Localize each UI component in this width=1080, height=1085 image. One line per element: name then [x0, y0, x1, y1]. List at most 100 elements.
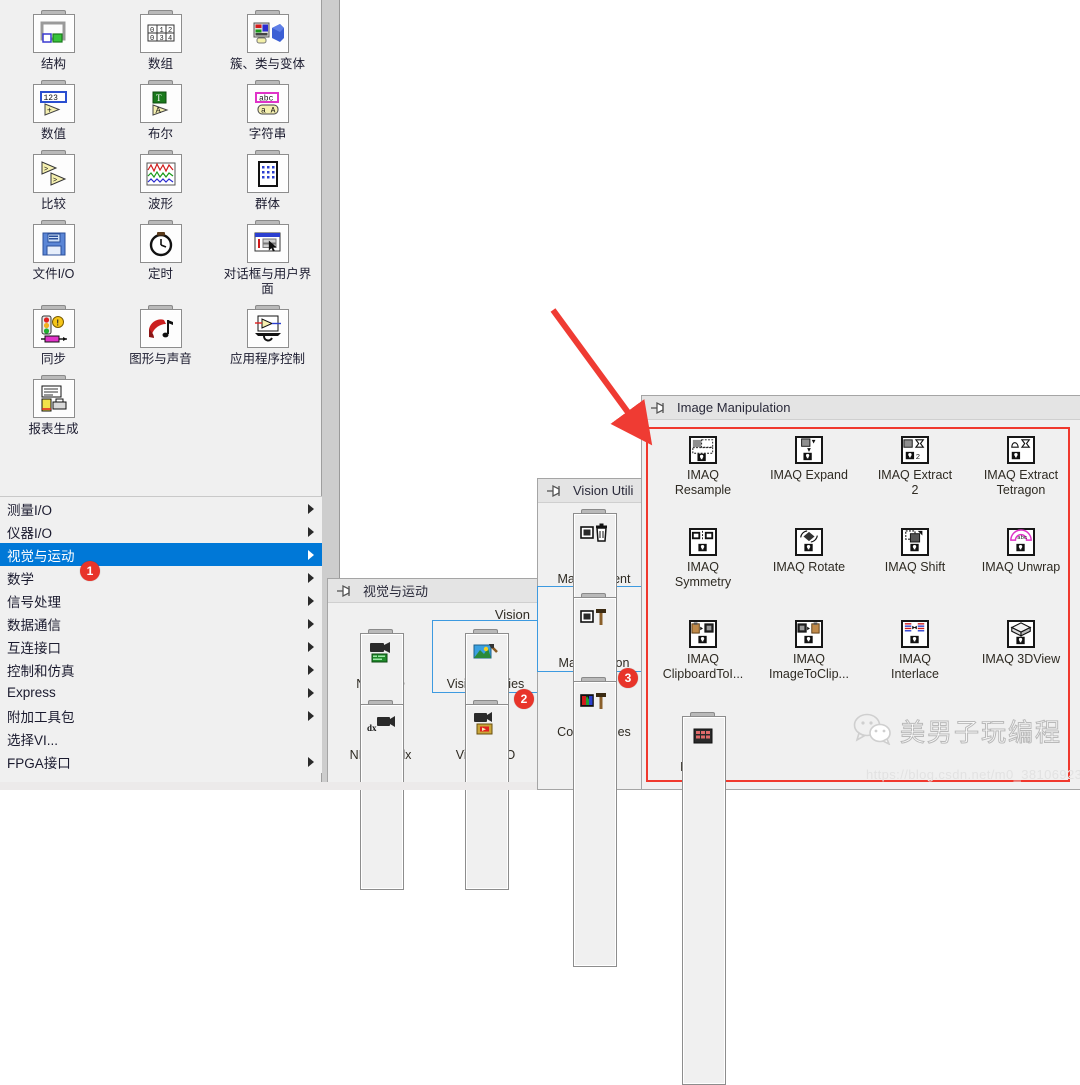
- palette-item-label: 同步: [40, 352, 66, 366]
- palette-item-comparison[interactable]: > > 比较: [0, 144, 107, 214]
- menu-item-addons[interactable]: 附加工具包: [0, 704, 322, 727]
- vision-motion-body: Vision NI-IMAQ: [328, 603, 539, 890]
- vision-utilities-item-image-management[interactable]: Image Management: [538, 503, 650, 799]
- svg-text:123: 123: [43, 94, 58, 103]
- vision-motion-grid: NI-IMAQ Vision Utilities: [328, 603, 539, 890]
- menu-item-fpga-interface[interactable]: FPGA接口: [0, 750, 322, 773]
- file-io-folder-icon: [32, 220, 76, 264]
- synchronization-folder-icon: !: [32, 305, 76, 349]
- menu-item-label: 测量I/O: [7, 502, 53, 518]
- menu-item-instrument-io[interactable]: 仪器I/O: [0, 520, 322, 543]
- browser-folder-icon: [681, 712, 726, 1085]
- svg-text:!: !: [56, 318, 59, 327]
- palette-menu-list: 测量I/O 仪器I/O 视觉与运动 数学 信号处理 数据通信 互连接口 控制和仿…: [0, 497, 322, 773]
- menu-item-data-communication[interactable]: 数据通信: [0, 612, 322, 635]
- palette-item-graphics-sound[interactable]: 图形与声音: [107, 299, 214, 369]
- step-badge-2: 2: [514, 689, 534, 709]
- palette-item-structures[interactable]: 结构: [0, 4, 107, 74]
- vision-motion-palette[interactable]: 视觉与运动 Vision NI-IMAQ: [327, 578, 539, 890]
- palette-item-collection[interactable]: 群体: [214, 144, 321, 214]
- menu-item-label: FPGA接口: [7, 755, 71, 771]
- palette-item-cluster-class-variant[interactable]: 簇、类与变体: [214, 4, 321, 74]
- waveform-folder-icon: [139, 150, 183, 194]
- palette-item-dialog-user-interface[interactable]: 对话框与用户界面: [214, 214, 321, 299]
- menu-item-vision-and-motion[interactable]: 视觉与运动: [0, 543, 322, 566]
- svg-text:0: 0: [150, 27, 154, 35]
- menu-item-label: 选择VI...: [7, 732, 59, 748]
- submenu-arrow-icon: [308, 664, 314, 675]
- vision-item-vision-utilities[interactable]: Vision Utilities: [432, 620, 539, 819]
- palette-item-waveform[interactable]: 波形: [107, 144, 214, 214]
- cluster-class-variant-folder-icon: [246, 10, 290, 54]
- svg-text:abc: abc: [1017, 534, 1027, 541]
- functions-palette-icon-grid: 结构 012 034 数组 簇、类与变体 123 + 数值 T A 布尔 abc…: [0, 0, 322, 439]
- menu-item-select-vi[interactable]: 选择VI...: [0, 727, 322, 750]
- vision-utilities-titlebar: Vision Utili: [538, 479, 650, 503]
- menu-item-signal-processing[interactable]: 信号处理: [0, 589, 322, 612]
- menu-item-label: 视觉与运动: [7, 548, 75, 564]
- vision-utilities-grid: Image Management Image Manipulation: [537, 503, 651, 967]
- imaq-resample-icon: [689, 436, 717, 464]
- palette-item-numeric[interactable]: 123 + 数值: [0, 74, 107, 144]
- menu-item-label: 信号处理: [7, 594, 61, 610]
- menu-item-measurement-io[interactable]: 测量I/O: [0, 497, 322, 520]
- image-management-folder-icon: [572, 509, 617, 799]
- menu-item-connectivity[interactable]: 互连接口: [0, 635, 322, 658]
- pin-icon[interactable]: [336, 584, 354, 598]
- imaq-symmetry-icon: [689, 528, 717, 556]
- menu-item-label: 数学: [7, 571, 34, 587]
- svg-text:0: 0: [150, 35, 154, 43]
- palette-item-label: 报表生成: [28, 422, 79, 436]
- imaq-expand-icon: [795, 436, 823, 464]
- vision-utilities-palette[interactable]: Vision Utili: [537, 478, 651, 967]
- image-manipulation-folder-icon: [572, 593, 617, 883]
- report-generation-folder-icon: [32, 375, 76, 419]
- menu-item-mathematics[interactable]: 数学: [0, 566, 322, 589]
- menu-item-control-simulation[interactable]: 控制和仿真: [0, 658, 322, 681]
- palette-item-timing[interactable]: 定时: [107, 214, 214, 299]
- vision-item-ni-imaq[interactable]: NI-IMAQ: [328, 621, 433, 819]
- palette-item-application-control[interactable]: 应用程序控制: [214, 299, 321, 369]
- imaq-rotate-icon: [795, 528, 823, 556]
- imaq-image-to-clipboard-icon: [795, 620, 823, 648]
- step-badge-1: 1: [80, 561, 100, 581]
- imaq-interlace-icon: [901, 620, 929, 648]
- palette-item-report-generation[interactable]: 报表生成: [0, 369, 107, 439]
- vision-utilities-folder-icon: [464, 629, 509, 819]
- ni-imaqdx-folder-icon: dx: [359, 700, 404, 890]
- svg-text:2: 2: [916, 452, 920, 461]
- submenu-arrow-icon: [308, 549, 314, 560]
- palette-item-array[interactable]: 012 034 数组: [107, 4, 214, 74]
- menu-item-express[interactable]: Express: [0, 681, 322, 704]
- submenu-arrow-icon: [308, 710, 314, 721]
- svg-text:>: >: [53, 177, 57, 184]
- menu-item-label: 数据通信: [7, 617, 61, 633]
- palette-item-string[interactable]: abc a A 字符串: [214, 74, 321, 144]
- palette-item-file-io[interactable]: 文件I/O: [0, 214, 107, 299]
- functions-palette[interactable]: 结构 012 034 数组 簇、类与变体 123 + 数值 T A 布尔 abc…: [0, 0, 322, 790]
- pin-icon[interactable]: [546, 484, 564, 498]
- application-control-folder-icon: [246, 305, 290, 349]
- vision-motion-title: 视觉与运动: [363, 584, 429, 599]
- svg-text:T: T: [156, 93, 162, 103]
- submenu-arrow-icon: [308, 756, 314, 767]
- palette-item-boolean[interactable]: T A 布尔: [107, 74, 214, 144]
- watermark-url: https://blog.csdn.net/m0_38106923: [866, 767, 1080, 782]
- image-manipulation-palette[interactable]: Image Manipulation IMAQ Resample IMAQ Ex…: [641, 395, 1080, 1085]
- structures-folder-icon: [32, 10, 76, 54]
- vision-item-ni-imaqdx[interactable]: dx NI-IMAQdx: [328, 692, 433, 890]
- palette-item-synchronization[interactable]: ! 同步: [0, 299, 107, 369]
- graphics-sound-folder-icon: [139, 305, 183, 349]
- palette-item-label: 字符串: [248, 127, 287, 141]
- pin-icon[interactable]: [650, 401, 668, 415]
- dialog-user-interface-folder-icon: [246, 220, 290, 264]
- collection-folder-icon: [246, 150, 290, 194]
- vision-rio-folder-icon: [464, 700, 509, 890]
- vision-utilities-title: Vision Utili: [573, 483, 634, 498]
- submenu-arrow-icon: [308, 572, 314, 583]
- svg-text:1: 1: [159, 27, 163, 35]
- palette-item-label: 数值: [40, 127, 66, 141]
- vision-utilities-item-image-manipulation[interactable]: Image Manipulation: [537, 586, 651, 883]
- menu-item-label: 仪器I/O: [7, 525, 53, 541]
- svg-text:>: >: [44, 166, 48, 173]
